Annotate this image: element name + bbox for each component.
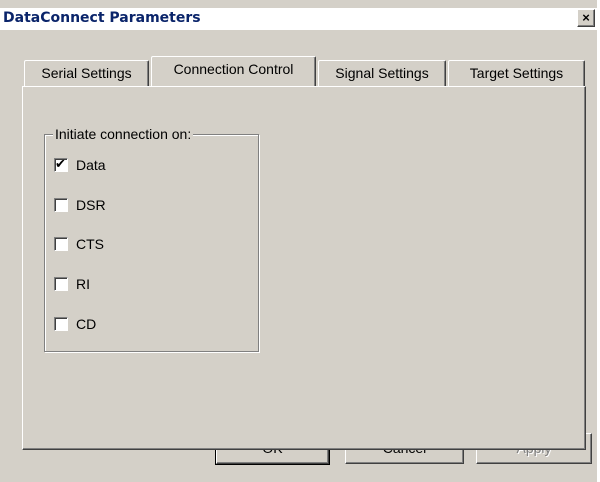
dsr-checkbox[interactable] [54, 198, 68, 212]
option-dsr[interactable]: DSR [54, 195, 106, 215]
initiate-connection-groupbox: Initiate connection on: ✔ Data DSR CTS R… [44, 126, 259, 352]
cd-checkbox[interactable] [54, 317, 68, 331]
close-button[interactable]: × [577, 9, 595, 27]
option-cd[interactable]: CD [54, 314, 96, 334]
title-bar: DataConnect Parameters × [0, 8, 597, 30]
window-title: DataConnect Parameters [3, 10, 201, 26]
groupbox-label: Initiate connection on: [53, 126, 194, 142]
option-ri[interactable]: RI [54, 274, 90, 294]
cts-label: CTS [76, 236, 104, 252]
data-checkbox[interactable]: ✔ [54, 156, 68, 172]
dialog-body: Serial Settings Connection Control Signa… [0, 30, 597, 482]
tab-label: Connection Control [173, 61, 294, 77]
cts-checkbox[interactable] [54, 237, 68, 251]
cd-label: CD [76, 316, 97, 332]
close-icon: × [582, 10, 590, 25]
tab-serial-settings[interactable]: Serial Settings [24, 60, 149, 86]
ri-checkbox[interactable] [54, 277, 68, 291]
option-data[interactable]: ✔ Data [54, 155, 106, 175]
dsr-label: DSR [76, 197, 106, 213]
tab-label: Target Settings [469, 65, 564, 81]
tab-target-settings[interactable]: Target Settings [448, 60, 585, 86]
tab-panel-connection-control: Initiate connection on: ✔ Data DSR CTS R… [22, 86, 586, 450]
tab-label: Signal Settings [335, 65, 429, 81]
tab-label: Serial Settings [41, 65, 132, 81]
option-cts[interactable]: CTS [54, 234, 104, 254]
checkmark-icon: ✔ [55, 156, 66, 171]
dialog-window: DataConnect Parameters × Serial Settings… [0, 0, 597, 482]
tab-connection-control[interactable]: Connection Control [151, 56, 316, 86]
tab-signal-settings[interactable]: Signal Settings [318, 60, 446, 86]
ri-label: RI [76, 276, 90, 292]
data-label: Data [76, 157, 106, 173]
